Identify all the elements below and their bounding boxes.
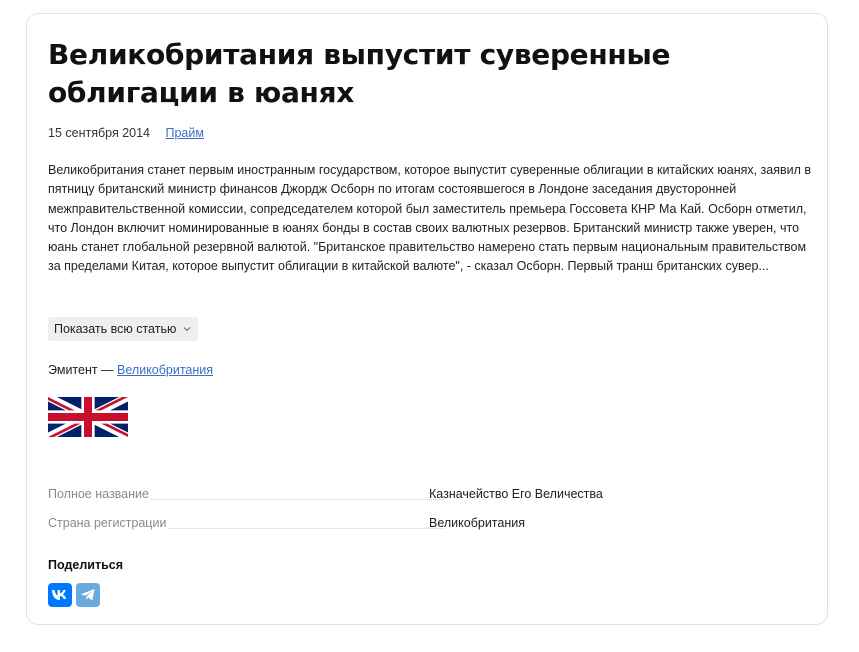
emitent-label: Эмитент — [48,363,114,377]
share-telegram-button[interactable] [76,583,100,607]
emitent-link[interactable]: Великобритания [117,363,213,377]
vk-icon [52,590,67,600]
emitent-line: Эмитент — Великобритания [48,362,213,378]
detail-row-full-name: Полное название Казначейство Его Величес… [48,486,818,504]
detail-value: Казначейство Его Величества [429,487,603,501]
show-full-article-button[interactable]: Показать всю статью [48,317,199,341]
chevron-down-icon [183,327,191,332]
detail-row-country: Страна регистрации Великобритания [48,515,818,533]
uk-flag-icon [48,397,128,437]
article-card: Великобритания выпустит суверенные облиг… [26,13,828,625]
article-source-link[interactable]: Прайм [165,126,203,140]
share-vk-button[interactable] [48,583,72,607]
article-date: 15 сентября 2014 [48,126,150,140]
telegram-icon [81,589,95,601]
detail-value: Великобритания [429,516,525,530]
share-title: Поделиться [48,558,124,572]
show-full-article-label: Показать всю статью [54,322,177,336]
article-meta: 15 сентября 2014 Прайм [48,125,204,141]
detail-label: Страна регистрации [48,515,169,531]
share-buttons [48,583,100,607]
article-title: Великобритания выпустит суверенные облиг… [48,38,671,109]
article-body: Великобритания станет первым иностранным… [48,163,812,274]
detail-label: Полное название [48,486,151,502]
